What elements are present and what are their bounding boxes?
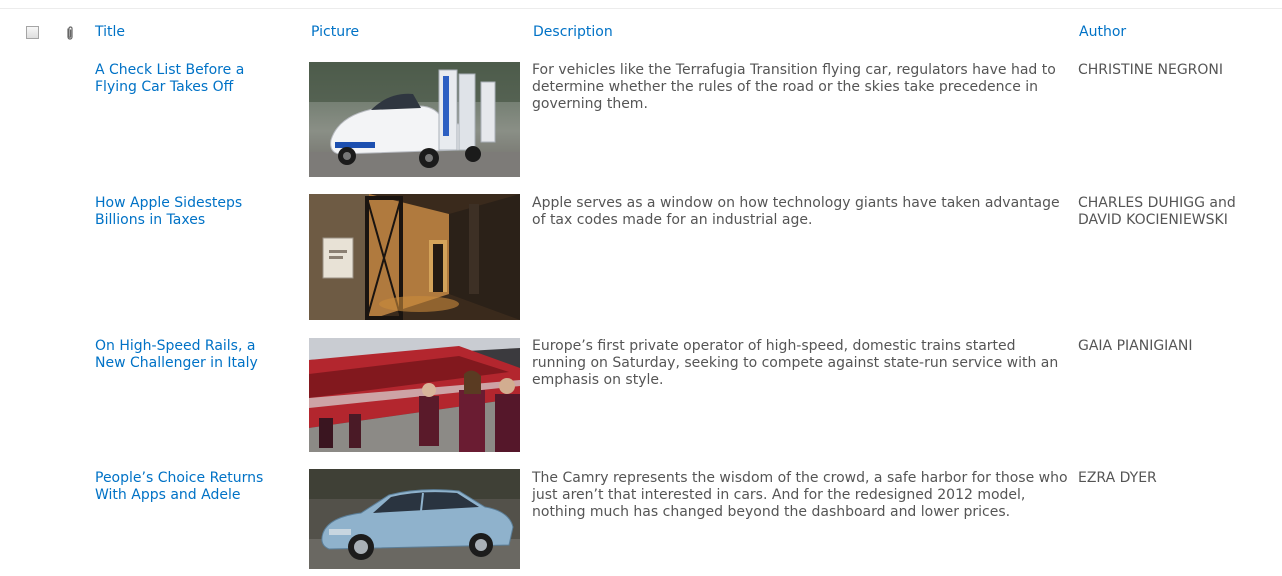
column-header-picture[interactable]: Picture: [311, 24, 359, 41]
item-description: Europe’s first private operator of high-…: [532, 338, 1059, 388]
sedan-car-photo: [309, 469, 520, 569]
item-title-link[interactable]: People’s Choice Returns With Apps and Ad…: [95, 470, 285, 504]
item-description: Apple serves as a window on how technolo…: [532, 195, 1060, 228]
item-author: EZRA DYER: [1078, 470, 1157, 486]
divider: [0, 8, 1282, 9]
item-title-link[interactable]: A Check List Before a Flying Car Takes O…: [95, 62, 285, 96]
item-description: The Camry represents the wisdom of the c…: [532, 470, 1068, 520]
select-all-checkbox[interactable]: [26, 26, 39, 39]
item-description: For vehicles like the Terrafugia Transit…: [532, 62, 1056, 112]
attachment-icon: [67, 26, 73, 40]
item-author: GAIA PIANIGIANI: [1078, 338, 1193, 354]
item-title-link[interactable]: On High-Speed Rails, a New Challenger in…: [95, 338, 285, 372]
column-header-author[interactable]: Author: [1079, 24, 1126, 41]
column-header-description[interactable]: Description: [533, 24, 613, 41]
item-author: CHARLES DUHIGG and DAVID KOCIENIEWSKI: [1078, 195, 1236, 228]
item-author: CHRISTINE NEGRONI: [1078, 62, 1224, 78]
office-hallway-photo: [309, 194, 520, 320]
item-title-link[interactable]: How Apple Sidesteps Billions in Taxes: [95, 195, 285, 229]
column-header-title[interactable]: Title: [95, 24, 125, 41]
flying-car-photo: [309, 62, 520, 177]
news-list: Title Picture Description Author A Check…: [0, 0, 1282, 576]
train-platform-photo: [309, 338, 520, 452]
